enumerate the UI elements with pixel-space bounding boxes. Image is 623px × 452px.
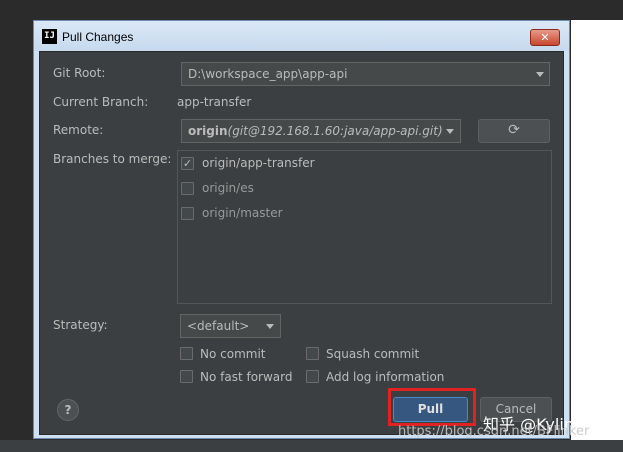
background-right bbox=[571, 20, 623, 440]
branch-label-master: origin/master bbox=[202, 206, 283, 220]
squash-commit-checkbox[interactable] bbox=[306, 347, 319, 360]
pull-changes-dialog: IJ Pull Changes ✕ Git Root: D:\workspace… bbox=[33, 20, 570, 439]
remote-url: (git@192.168.1.60:java/app-api.git) bbox=[227, 124, 443, 138]
branch-label-app-transfer: origin/app-transfer bbox=[202, 156, 315, 170]
no-commit-label: No commit bbox=[200, 347, 266, 361]
dialog-titlebar: IJ Pull Changes ✕ bbox=[34, 21, 569, 51]
close-button[interactable]: ✕ bbox=[530, 29, 560, 46]
chevron-down-icon bbox=[536, 72, 544, 77]
dialog-title: Pull Changes bbox=[62, 30, 134, 44]
git-root-label: Git Root: bbox=[53, 66, 106, 80]
intellij-icon: IJ bbox=[42, 29, 57, 44]
strategy-label: Strategy: bbox=[53, 318, 108, 332]
refresh-icon: ⟳ bbox=[508, 122, 520, 138]
branches-label: Branches to merge: bbox=[53, 152, 172, 166]
watermark-url: https://blog.csdn.net/BFlinker bbox=[398, 424, 590, 439]
branches-list: ✓ origin/app-transfer origin/es origin/m… bbox=[177, 150, 552, 304]
no-fast-forward-label: No fast forward bbox=[200, 370, 293, 384]
strategy-value: <default> bbox=[187, 319, 250, 333]
remote-select[interactable]: origin(git@192.168.1.60:java/app-api.git… bbox=[181, 119, 461, 143]
add-log-information-label: Add log information bbox=[326, 370, 445, 384]
pull-button-highlight bbox=[388, 388, 476, 426]
remote-label: Remote: bbox=[53, 123, 104, 137]
git-root-value: D:\workspace_app\app-api bbox=[188, 67, 348, 81]
remote-name: origin bbox=[188, 124, 228, 138]
branch-checkbox-es[interactable] bbox=[181, 182, 194, 195]
branch-checkbox-app-transfer[interactable]: ✓ bbox=[181, 157, 194, 170]
git-root-select[interactable]: D:\workspace_app\app-api bbox=[181, 62, 550, 86]
current-branch-label: Current Branch: bbox=[53, 95, 149, 109]
help-button[interactable]: ? bbox=[57, 399, 79, 421]
dialog-content: Git Root: D:\workspace_app\app-api Curre… bbox=[39, 51, 564, 435]
background-top bbox=[0, 0, 623, 20]
branch-label-es: origin/es bbox=[202, 181, 254, 195]
branch-checkbox-master[interactable] bbox=[181, 207, 194, 220]
chevron-down-icon bbox=[446, 129, 454, 134]
current-branch-value: app-transfer bbox=[177, 95, 252, 109]
strategy-select[interactable]: <default> bbox=[180, 314, 281, 338]
squash-commit-label: Squash commit bbox=[326, 347, 420, 361]
chevron-down-icon bbox=[266, 324, 274, 329]
add-log-information-checkbox[interactable] bbox=[306, 370, 319, 383]
refresh-remote-button[interactable]: ⟳ bbox=[478, 119, 550, 143]
no-fast-forward-checkbox[interactable] bbox=[180, 370, 193, 383]
background-bottom bbox=[0, 440, 623, 452]
no-commit-checkbox[interactable] bbox=[180, 347, 193, 360]
